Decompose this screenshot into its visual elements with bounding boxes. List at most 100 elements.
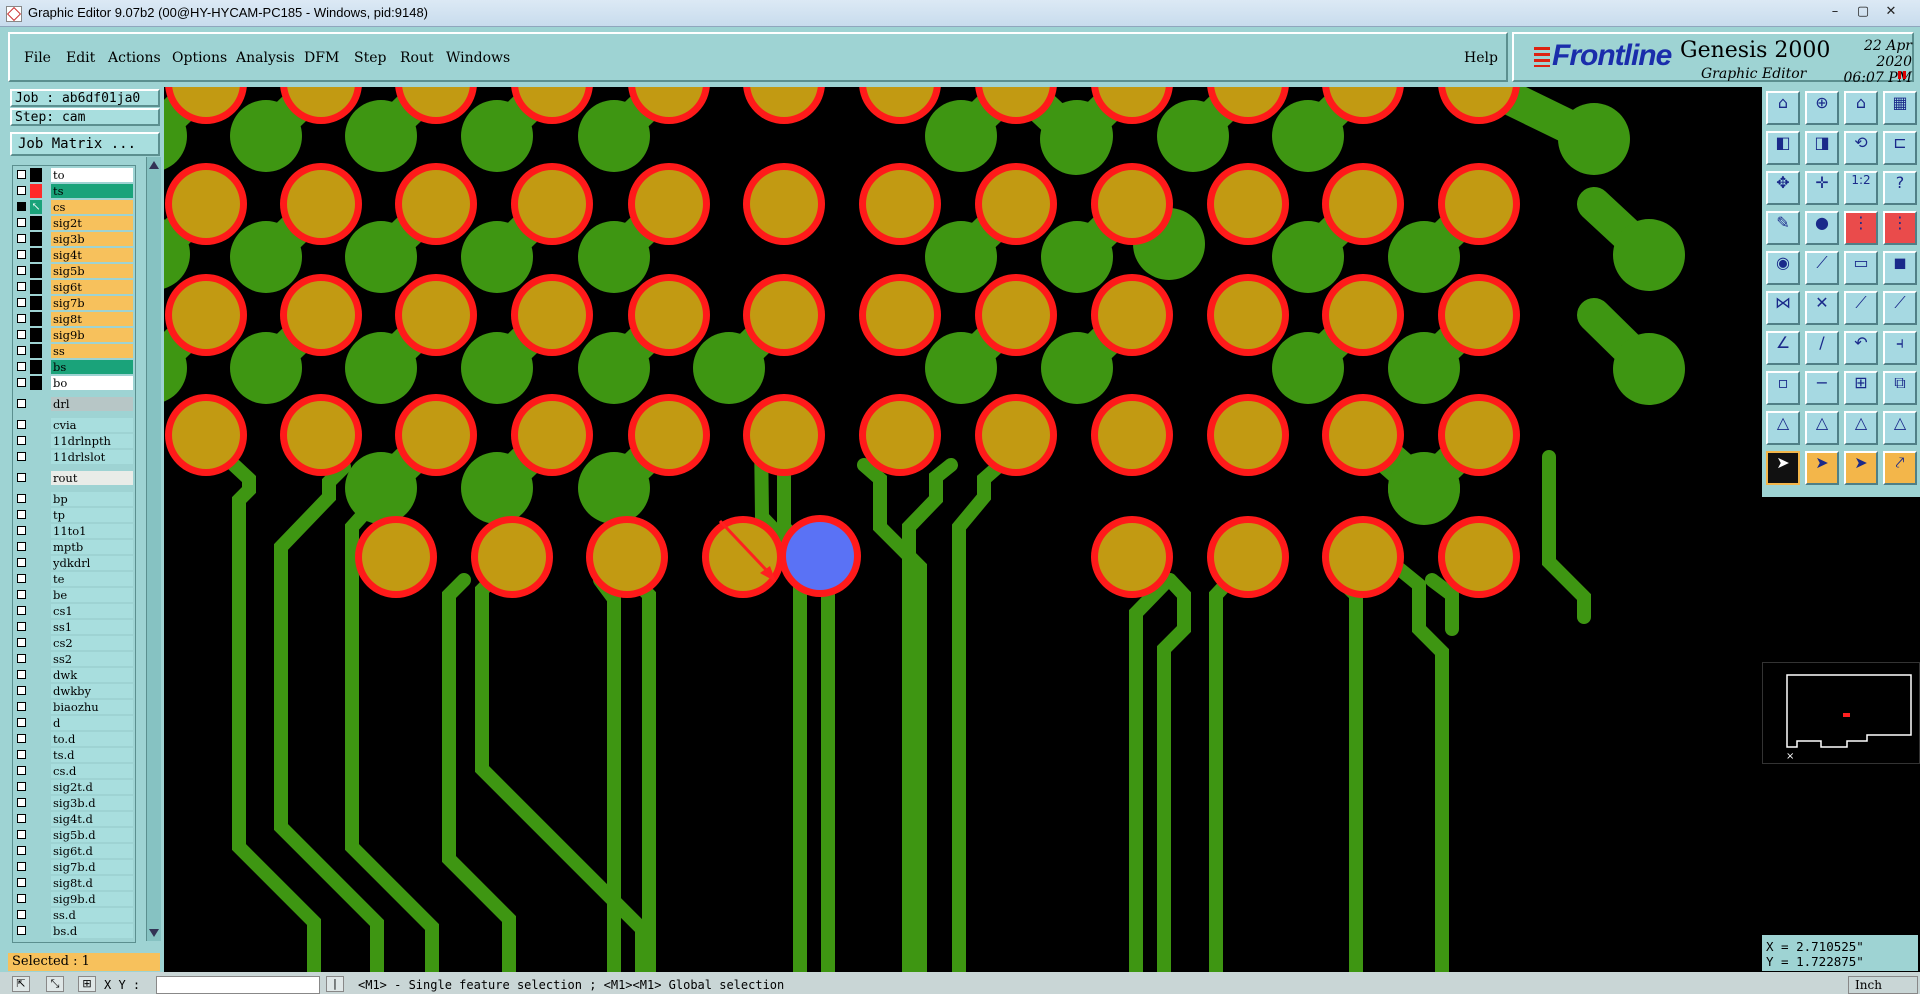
layer-checkbox[interactable] bbox=[17, 473, 26, 482]
layer-row-bs-d[interactable]: bs.d bbox=[15, 924, 133, 938]
layer-row-sig9b-d[interactable]: sig9b.d bbox=[15, 892, 133, 906]
layer-checkbox[interactable] bbox=[17, 638, 26, 647]
layer-row-sig5b[interactable]: sig5b bbox=[15, 264, 133, 278]
layer-row-sig8t-d[interactable]: sig8t.d bbox=[15, 876, 133, 890]
layer-row-sig7b[interactable]: sig7b bbox=[15, 296, 133, 310]
layer-checkbox[interactable] bbox=[17, 170, 26, 179]
redraw-tool-button[interactable]: ⟲ bbox=[1844, 131, 1878, 165]
scroll-down-icon[interactable] bbox=[149, 929, 159, 937]
menu-windows[interactable]: Windows bbox=[446, 50, 510, 66]
pointer3-tool-button[interactable]: ➤ bbox=[1844, 451, 1878, 485]
layer-checkbox[interactable] bbox=[17, 654, 26, 663]
overview-map[interactable]: × bbox=[1762, 662, 1920, 764]
node-tool-button[interactable]: ⋈ bbox=[1766, 291, 1800, 325]
zoom-home-tool-button[interactable]: ⌂ bbox=[1766, 91, 1800, 125]
layer-row-cs1[interactable]: cs1 bbox=[15, 604, 133, 618]
layer-checkbox[interactable] bbox=[17, 266, 26, 275]
layer-checkbox[interactable] bbox=[17, 346, 26, 355]
layer-row-drl[interactable]: drl bbox=[15, 397, 133, 411]
zoom-in-tool-button[interactable]: ⊕ bbox=[1805, 91, 1839, 125]
pcb-view[interactable] bbox=[164, 87, 1760, 972]
layer-checkbox[interactable] bbox=[17, 574, 26, 583]
layer-checkbox[interactable] bbox=[17, 494, 26, 503]
menu-help[interactable]: Help bbox=[1464, 50, 1498, 66]
layer-row-sig7b-d[interactable]: sig7b.d bbox=[15, 860, 133, 874]
fit-tool-button[interactable]: ✥ bbox=[1766, 171, 1800, 205]
dot-line-tool-button[interactable]: ⟋ bbox=[1883, 291, 1917, 325]
menu-rout[interactable]: Rout bbox=[400, 50, 434, 66]
add-pad-tool-button[interactable]: ◉ bbox=[1766, 251, 1800, 285]
layer-row-ss1[interactable]: ss1 bbox=[15, 620, 133, 634]
layer-row-mptb[interactable]: mptb bbox=[15, 540, 133, 554]
layer-checkbox[interactable] bbox=[17, 399, 26, 408]
layer-row-sig4t-d[interactable]: sig4t.d bbox=[15, 812, 133, 826]
job-matrix-button[interactable]: Job Matrix ... bbox=[10, 132, 160, 156]
net-tool-button[interactable]: ⋮ bbox=[1844, 211, 1878, 245]
layer-row-ydkdrl[interactable]: ydkdrl bbox=[15, 556, 133, 570]
layer-checkbox[interactable] bbox=[17, 830, 26, 839]
copy-tool-button[interactable]: ⧉ bbox=[1883, 371, 1917, 405]
layer-checkbox[interactable] bbox=[17, 734, 26, 743]
layer-checkbox[interactable] bbox=[17, 558, 26, 567]
layer-row-cs[interactable]: ↖ cs bbox=[15, 200, 133, 214]
layer-checkbox[interactable] bbox=[17, 420, 26, 429]
layer-row-biaozhu[interactable]: biaozhu bbox=[15, 700, 133, 714]
layer-row-to-d[interactable]: to.d bbox=[15, 732, 133, 746]
layer-checkbox[interactable] bbox=[17, 814, 26, 823]
layer-checkbox[interactable] bbox=[17, 186, 26, 195]
add-text-tool-button[interactable]: ▭ bbox=[1844, 251, 1878, 285]
layer-checkbox[interactable] bbox=[17, 926, 26, 935]
net2-tool-button[interactable]: ⋮ bbox=[1883, 211, 1917, 245]
menu-edit[interactable]: Edit bbox=[66, 50, 95, 66]
layer-row-cs-d[interactable]: cs.d bbox=[15, 764, 133, 778]
layer-row-bo[interactable]: bo bbox=[15, 376, 133, 390]
layer-checkbox[interactable] bbox=[17, 718, 26, 727]
layer-checkbox[interactable] bbox=[17, 218, 26, 227]
ratio-tool-button[interactable]: 1:2 bbox=[1844, 171, 1878, 205]
layer-checkbox[interactable] bbox=[17, 590, 26, 599]
layer-row-sig3b[interactable]: sig3b bbox=[15, 232, 133, 246]
layer-row-te[interactable]: te bbox=[15, 572, 133, 586]
layer-row-rout[interactable]: rout bbox=[15, 471, 133, 485]
layer-checkbox[interactable] bbox=[17, 686, 26, 695]
menu-actions[interactable]: Actions bbox=[108, 50, 161, 66]
layer-checkbox[interactable] bbox=[17, 542, 26, 551]
maximize-button[interactable]: ▢ bbox=[1850, 3, 1876, 21]
layer-row-sig6t[interactable]: sig6t bbox=[15, 280, 133, 294]
tri3-tool-button[interactable]: △ bbox=[1844, 411, 1878, 445]
cross-tool-button[interactable]: ✕ bbox=[1805, 291, 1839, 325]
layer-checkbox[interactable] bbox=[17, 894, 26, 903]
layer-checkbox[interactable] bbox=[17, 526, 26, 535]
layer-row-to[interactable]: to bbox=[15, 168, 133, 182]
pointer2-tool-button[interactable]: ➤ bbox=[1805, 451, 1839, 485]
layer-checkbox[interactable] bbox=[17, 798, 26, 807]
menu-dfm[interactable]: DFM bbox=[304, 50, 339, 66]
layer-row-ss[interactable]: ss bbox=[15, 344, 133, 358]
pan-left-tool-button[interactable]: ◧ bbox=[1766, 131, 1800, 165]
layer-row-ts[interactable]: ts bbox=[15, 184, 133, 198]
tri2-tool-button[interactable]: △ bbox=[1805, 411, 1839, 445]
layer-row-dwkby[interactable]: dwkby bbox=[15, 684, 133, 698]
pan-right-tool-button[interactable]: ◨ bbox=[1805, 131, 1839, 165]
layer-row-ss2[interactable]: ss2 bbox=[15, 652, 133, 666]
tri4-tool-button[interactable]: △ bbox=[1883, 411, 1917, 445]
layer-checkbox[interactable] bbox=[17, 846, 26, 855]
minus-tool-button[interactable]: − bbox=[1805, 371, 1839, 405]
scale-tool-icon[interactable]: ⤡ bbox=[46, 976, 64, 992]
layer-row-d[interactable]: d bbox=[15, 716, 133, 730]
center-tool-button[interactable]: ✛ bbox=[1805, 171, 1839, 205]
layout-tool-button[interactable]: ▦ bbox=[1883, 91, 1917, 125]
layer-row-sig2t[interactable]: sig2t bbox=[15, 216, 133, 230]
align-tool-button[interactable]: ⊞ bbox=[1844, 371, 1878, 405]
layer-row-sig6t-d[interactable]: sig6t.d bbox=[15, 844, 133, 858]
add-line-tool-button[interactable]: ⟋ bbox=[1805, 251, 1839, 285]
layer-checkbox[interactable] bbox=[17, 436, 26, 445]
layer-checkbox[interactable] bbox=[17, 298, 26, 307]
add-surface-tool-button[interactable]: ◼ bbox=[1883, 251, 1917, 285]
layer-checkbox[interactable] bbox=[17, 782, 26, 791]
layer-row-11drlnpth[interactable]: 11drlnpth bbox=[15, 434, 133, 448]
arc-tool-button[interactable]: ↶ bbox=[1844, 331, 1878, 365]
home-tool-button[interactable]: ⌂ bbox=[1844, 91, 1878, 125]
layer-checkbox[interactable] bbox=[17, 362, 26, 371]
layer-checkbox[interactable] bbox=[17, 878, 26, 887]
